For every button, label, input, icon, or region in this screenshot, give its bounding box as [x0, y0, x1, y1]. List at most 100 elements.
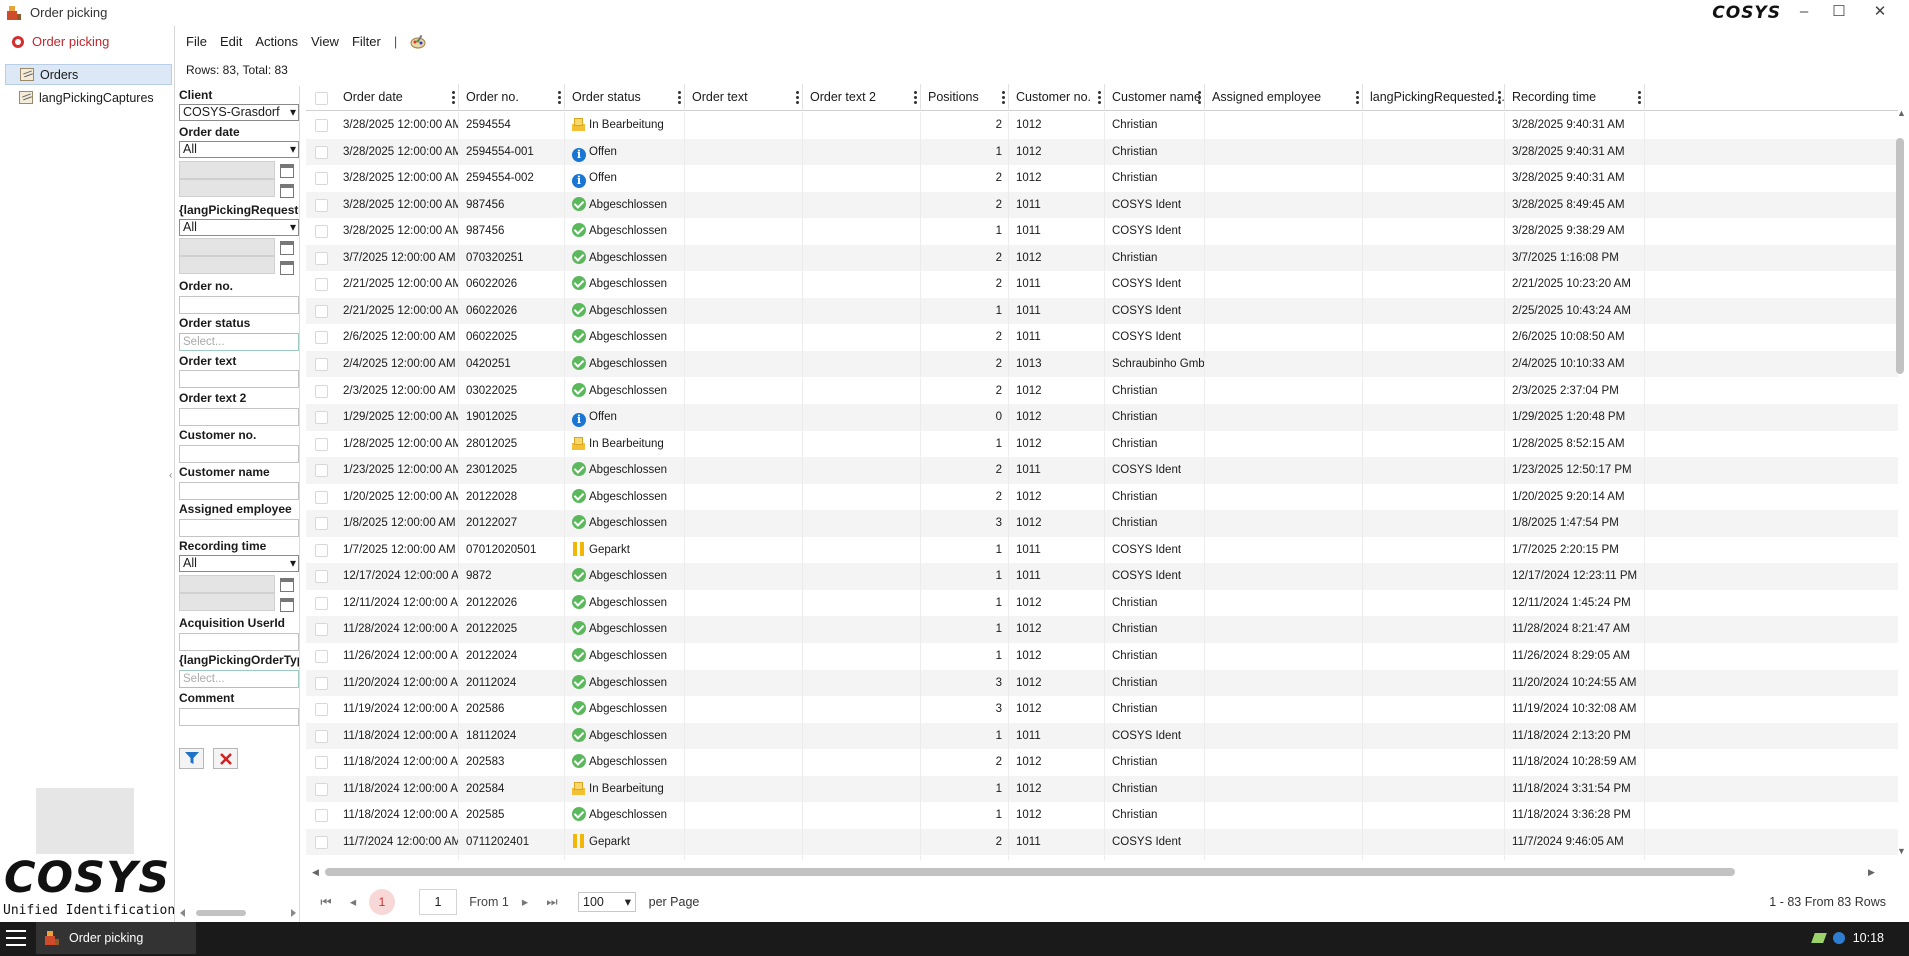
column-header-recording-time[interactable]: Recording time — [1505, 84, 1645, 111]
row-checkbox[interactable] — [315, 676, 328, 690]
palette-icon[interactable] — [410, 34, 426, 49]
menu-file[interactable]: File — [186, 34, 207, 49]
table-row[interactable]: 2/4/2025 12:00:00 AM 0420251 Abgeschlossen… — [306, 350, 1898, 378]
network-icon[interactable] — [1832, 932, 1845, 944]
table-row[interactable]: 11/18/2024 12:00:00 AM 202585 Abgeschlosse… — [306, 802, 1898, 829]
row-checkbox[interactable] — [315, 756, 328, 770]
table-row[interactable]: 11/20/2024 12:00:00 AM 20112024 Abgeschlos… — [306, 669, 1898, 697]
row-checkbox[interactable] — [315, 543, 328, 557]
row-checkbox[interactable] — [315, 198, 328, 212]
row-checkbox[interactable] — [315, 650, 328, 663]
row-checkbox[interactable] — [315, 703, 328, 717]
table-row[interactable]: 3/28/2025 12:00:00 AM 987456 Abgeschlossen… — [306, 218, 1898, 245]
row-checkbox[interactable] — [315, 357, 328, 371]
order-text-input[interactable] — [179, 370, 299, 388]
table-row[interactable]: 11/18/2024 12:00:00 AM 18112024 Abgeschlos… — [306, 722, 1898, 750]
row-checkbox[interactable] — [315, 384, 328, 398]
order-date-select[interactable]: All — [179, 141, 299, 158]
current-page-indicator[interactable]: 1 — [369, 889, 395, 915]
filter-horizontal-scrollbar[interactable] — [178, 906, 298, 920]
table-row[interactable]: 1/23/2025 12:00:00 AM 23012025 Abgeschloss… — [306, 457, 1898, 484]
table-row[interactable]: 11/26/2024 12:00:00 AM 20122024 Abgeschlos… — [306, 643, 1898, 670]
table-row[interactable]: 1/20/2025 12:00:00 AM 20122028 Abgeschloss… — [306, 483, 1898, 511]
table-row[interactable]: 3/28/2025 12:00:00 AM 2594554 In Bearbeitu… — [306, 112, 1898, 139]
last-page-button[interactable]: ⏭ — [544, 891, 560, 913]
calendar-icon[interactable] — [280, 578, 294, 592]
column-header-assigned-employee[interactable]: Assigned employee — [1205, 84, 1363, 111]
table-row[interactable]: 1/29/2025 12:00:00 AM 19012025 i Offen 0 1012… — [306, 404, 1898, 431]
column-menu-icon[interactable] — [1097, 91, 1101, 104]
maximize-button[interactable]: ☐ — [1824, 0, 1854, 24]
requested-date-to[interactable] — [179, 256, 275, 274]
recording-time-from[interactable] — [179, 575, 275, 593]
column-menu-icon[interactable] — [913, 91, 917, 104]
table-row[interactable]: 12/17/2024 12:00:00 AM 9872 Abgeschlossen 1… — [306, 563, 1898, 590]
order-text2-input[interactable] — [179, 408, 299, 426]
column-header-order-date[interactable]: Order date — [336, 84, 459, 111]
minimize-button[interactable]: – — [1789, 0, 1819, 24]
table-row[interactable]: 11/28/2024 12:00:00 AM 20122025 Abgeschlos… — [306, 616, 1898, 643]
calendar-icon[interactable] — [280, 241, 294, 255]
order-date-to[interactable] — [179, 179, 275, 197]
column-header-order-status[interactable]: Order status — [565, 84, 685, 111]
table-row[interactable]: 1/7/2025 12:00:00 AM 07012020501 Geparkt 1 1… — [306, 536, 1898, 564]
column-menu-icon[interactable] — [1637, 91, 1641, 104]
requested-date-from[interactable] — [179, 238, 275, 256]
order-no-input[interactable] — [179, 296, 299, 314]
table-row[interactable]: 2/21/2025 12:00:00 AM 06022026 Abgeschloss… — [306, 297, 1898, 325]
menu-filter[interactable]: Filter — [352, 34, 381, 49]
recording-time-to[interactable] — [179, 593, 275, 611]
table-row[interactable]: 3/7/2025 12:00:00 AM 070320251 Abgeschloss… — [306, 244, 1898, 272]
clear-filter-button[interactable] — [213, 748, 238, 769]
column-menu-icon[interactable] — [1355, 91, 1359, 104]
table-row[interactable]: 3/28/2025 12:00:00 AM 2594554-001 i Offen 1 1… — [306, 138, 1898, 166]
calendar-icon[interactable] — [280, 598, 294, 612]
assigned-employee-input[interactable] — [179, 519, 299, 537]
column-header-order-no[interactable]: Order no. — [459, 84, 565, 111]
row-checkbox[interactable] — [315, 464, 328, 478]
nav-item-captures[interactable]: langPickingCaptures — [5, 87, 172, 108]
calendar-icon[interactable] — [280, 164, 294, 178]
column-menu-icon[interactable] — [1497, 91, 1501, 104]
table-row[interactable]: 3/28/2025 12:00:00 AM 987456 Abgeschlossen… — [306, 191, 1898, 219]
horizontal-scroll-thumb[interactable] — [325, 868, 1735, 876]
column-menu-icon[interactable] — [795, 91, 799, 104]
row-checkbox[interactable] — [315, 225, 328, 239]
close-button[interactable]: ✕ — [1865, 0, 1895, 24]
pen-icon[interactable] — [1810, 933, 1827, 943]
start-menu-icon[interactable] — [6, 930, 26, 948]
table-row[interactable]: 11/12/2024 12:00:00 AM12003024Abgeschlos… — [306, 855, 1898, 860]
table-row[interactable]: 2/21/2025 12:00:00 AM 06022026 Abgeschloss… — [306, 271, 1898, 298]
table-row[interactable]: 1/8/2025 12:00:00 AM 20122027 Abgeschlosse… — [306, 510, 1898, 537]
comment-input[interactable] — [179, 708, 299, 726]
table-row[interactable]: 11/7/2024 12:00:00 AM 0711202401 Geparkt 2 1… — [306, 828, 1898, 856]
client-select[interactable]: COSYS-Grasdorf — [179, 104, 299, 121]
calendar-icon[interactable] — [280, 261, 294, 275]
apply-filter-button[interactable] — [179, 748, 204, 769]
customer-no-input[interactable] — [179, 445, 299, 463]
row-checkbox[interactable] — [315, 172, 328, 186]
table-row[interactable]: 11/18/2024 12:00:00 AM 202584 In Bearbeitu… — [306, 775, 1898, 803]
column-header-customer-no[interactable]: Customer no. — [1009, 84, 1105, 111]
column-menu-icon[interactable] — [557, 91, 561, 104]
table-row[interactable]: 1/28/2025 12:00:00 AM 28012025 In Bearbeit… — [306, 430, 1898, 458]
nav-header[interactable]: Order picking — [12, 34, 109, 49]
acq-user-input[interactable] — [179, 633, 299, 651]
row-checkbox[interactable] — [315, 729, 328, 743]
first-page-button[interactable]: ⏮ — [318, 891, 334, 913]
row-checkbox[interactable] — [315, 517, 328, 531]
table-row[interactable]: 2/3/2025 12:00:00 AM 03022025 Abgeschlosse… — [306, 377, 1898, 404]
row-checkbox[interactable] — [315, 411, 328, 425]
table-row[interactable]: 11/18/2024 12:00:00 AM 202583 Abgeschlosse… — [306, 749, 1898, 776]
prev-page-button[interactable]: ◂ — [346, 891, 360, 913]
menu-actions[interactable]: Actions — [255, 34, 298, 49]
row-checkbox[interactable] — [315, 835, 328, 849]
row-checkbox[interactable] — [315, 304, 328, 318]
requested-date-select[interactable]: All — [179, 219, 299, 236]
menu-view[interactable]: View — [311, 34, 339, 49]
customer-name-input[interactable] — [179, 482, 299, 500]
row-checkbox[interactable] — [315, 145, 328, 159]
taskbar-app-order-picking[interactable]: Order picking — [36, 922, 196, 954]
row-checkbox[interactable] — [315, 782, 328, 796]
select-all-checkbox[interactable] — [315, 92, 328, 105]
